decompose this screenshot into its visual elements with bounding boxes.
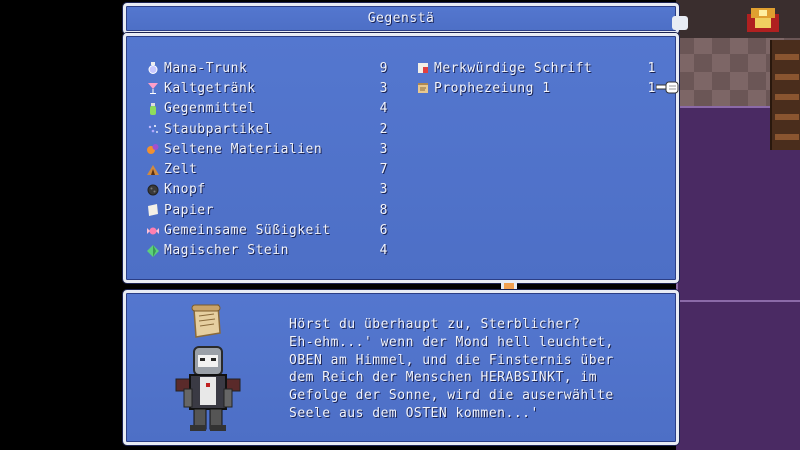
button-icon <box>146 183 160 197</box>
window-tab-notch <box>672 16 688 30</box>
paper-icon <box>146 203 160 217</box>
inventory-column-left: Mana-Trunk 9 Kaltgetränk 3 Gegenmittel 4… <box>146 58 388 261</box>
window-divider-marker <box>501 283 517 289</box>
inventory-item[interactable]: Mana-Trunk 9 <box>146 58 388 78</box>
inventory-item[interactable]: Gemeinsame Süßigkeit 6 <box>146 220 388 240</box>
sparkle-icon <box>146 122 160 136</box>
void-area <box>0 0 120 450</box>
inventory-item-selected[interactable]: Prophezeiung 1 1 <box>416 78 656 98</box>
dialog-line: Eh-ehm...' wenn der Mond hell leuchtet, <box>289 334 614 350</box>
window-title: Gegenstä <box>367 11 435 26</box>
inventory-item[interactable]: Knopf 3 <box>146 180 388 200</box>
title-window: Gegenstä <box>123 3 679 34</box>
inventory-window: Mana-Trunk 9 Kaltgetränk 3 Gegenmittel 4… <box>123 33 679 283</box>
dialog-line: Seele aus dem OSTEN kommen...' <box>289 405 539 421</box>
inventory-item[interactable]: Seltene Materialien 3 <box>146 139 388 159</box>
scroll-icon <box>416 81 430 95</box>
gem-icon <box>146 244 160 258</box>
inventory-item[interactable]: Merkwürdige Schrift 1 <box>416 58 656 78</box>
dialog-line: OBEN am Himmel, und die Finsternis über <box>289 352 614 368</box>
inventory-column-right: Merkwürdige Schrift 1 Prophezeiung 1 1 <box>416 58 656 99</box>
candy-icon <box>146 224 160 238</box>
inventory-item[interactable]: Magischer Stein 4 <box>146 241 388 261</box>
knight-character-portrait <box>175 346 241 431</box>
inventory-item[interactable]: Staubpartikel 2 <box>146 119 388 139</box>
inventory-item[interactable]: Gegenmittel 4 <box>146 99 388 119</box>
cocktail-icon <box>146 81 160 95</box>
description-window: Hörst du überhaupt zu, Sterblicher? Eh-e… <box>123 290 679 445</box>
dialog-text: Hörst du überhaupt zu, Sterblicher? Eh-e… <box>289 317 659 424</box>
inventory-item[interactable]: Zelt 7 <box>146 159 388 179</box>
inventory-item[interactable]: Papier 8 <box>146 200 388 220</box>
antidote-icon <box>146 102 160 116</box>
dialog-line: dem Reich der Menschen HERABSINKT, im <box>289 370 598 386</box>
inventory-item[interactable]: Kaltgetränk 3 <box>146 78 388 98</box>
tent-icon <box>146 163 160 177</box>
letter-icon <box>416 61 430 75</box>
dialog-line: Gefolge der Sonne, wird die auserwählte <box>289 388 614 404</box>
prophecy-scroll-icon <box>191 304 221 338</box>
materials-icon <box>146 142 160 156</box>
dialog-line: Hörst du überhaupt zu, Sterblicher? <box>289 317 581 332</box>
hand-cursor-icon <box>656 81 679 94</box>
altar-sprite <box>747 8 779 32</box>
castle-wall <box>676 0 800 38</box>
bookshelf <box>770 40 800 150</box>
potion-icon <box>146 61 160 75</box>
purple-carpet-lower <box>676 300 800 450</box>
